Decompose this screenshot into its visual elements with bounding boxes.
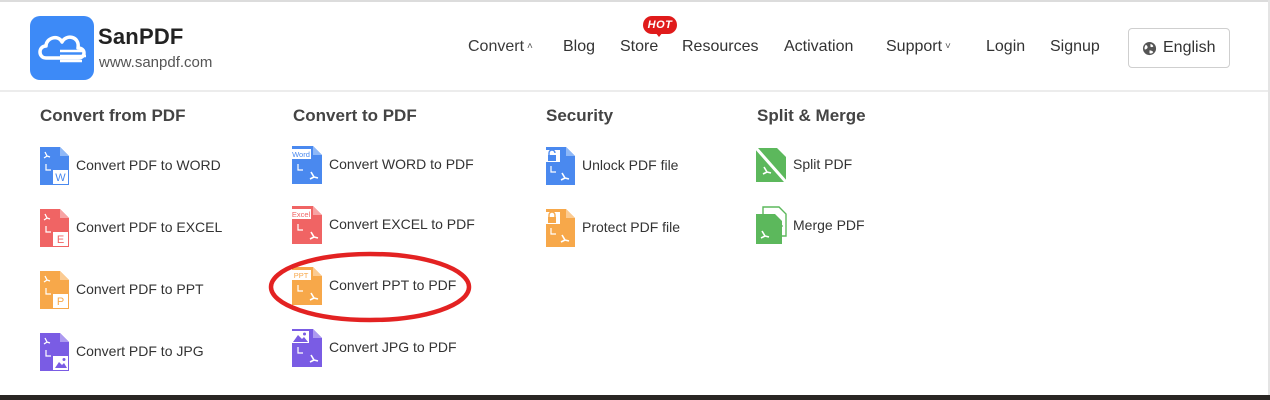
menu-item-label: Convert PDF to JPG	[76, 343, 204, 359]
chevron-down-icon: ˅	[945, 41, 951, 52]
nav-store[interactable]: Store	[620, 38, 658, 56]
nav-support[interactable]: Support ˅	[886, 38, 951, 56]
unlock-pdf-icon	[544, 147, 575, 185]
svg-text:E: E	[57, 234, 64, 246]
menu-item-label: Merge PDF	[793, 217, 865, 233]
globe-icon	[1142, 41, 1157, 56]
language-button[interactable]: English	[1128, 28, 1230, 68]
pdf-to-excel-icon: E	[40, 209, 69, 247]
protect-pdf-icon	[544, 209, 575, 247]
pdf-to-ppt-icon: P	[40, 271, 69, 309]
pdf-to-word-icon: W	[40, 147, 69, 185]
nav-convert-label: Convert	[468, 38, 525, 55]
menu-item-label: Convert WORD to PDF	[329, 156, 474, 172]
menu-item-label: Convert PDF to PPT	[76, 281, 204, 297]
nav-resources[interactable]: Resources	[682, 38, 758, 56]
highlight-ellipse	[268, 251, 472, 323]
menu-item-label: Split PDF	[793, 156, 853, 172]
pdf-to-jpg-icon	[40, 333, 69, 371]
menu-heading-security: Security	[546, 106, 614, 125]
svg-text:Word: Word	[292, 150, 310, 159]
hot-badge: HOT	[643, 16, 677, 37]
menu-heading-from-pdf: Convert from PDF	[40, 106, 186, 125]
nav-login[interactable]: Login	[986, 38, 1025, 56]
menu-item-label: Convert EXCEL to PDF	[329, 216, 475, 232]
nav-convert[interactable]: Convert ˄	[468, 38, 533, 56]
svg-text:P: P	[57, 296, 64, 308]
page-bottom-edge	[0, 395, 1270, 400]
svg-text:W: W	[55, 172, 66, 184]
jpg-to-pdf-icon	[291, 329, 322, 367]
svg-text:Excel: Excel	[292, 210, 311, 219]
nav-blog[interactable]: Blog	[563, 38, 595, 56]
menu-item-label: Protect PDF file	[582, 219, 681, 235]
menu-item-label: Convert JPG to PDF	[329, 339, 457, 355]
nav-signup[interactable]: Signup	[1050, 38, 1100, 56]
nav-support-label: Support	[886, 38, 943, 55]
site-header: SanPDF www.sanpdf.com Convert ˄ Blog HOT …	[0, 2, 1268, 92]
menu-item-label: Convert PDF to EXCEL	[76, 219, 223, 235]
menu-item-label: Convert PDF to WORD	[76, 157, 221, 173]
menu-heading-split-merge: Split & Merge	[757, 106, 866, 125]
logo-icon[interactable]	[30, 16, 94, 80]
merge-pdf-icon	[756, 206, 787, 244]
word-to-pdf-icon: Word	[291, 146, 322, 184]
chevron-up-icon: ˄	[527, 41, 533, 52]
menu-heading-to-pdf: Convert to PDF	[293, 106, 417, 125]
brand-name[interactable]: SanPDF	[98, 24, 184, 50]
nav-activation[interactable]: Activation	[784, 38, 853, 56]
menu-item-label: Unlock PDF file	[582, 157, 679, 173]
excel-to-pdf-icon: Excel	[291, 206, 322, 244]
language-label: English	[1163, 39, 1216, 56]
split-pdf-icon	[755, 147, 787, 183]
brand-url[interactable]: www.sanpdf.com	[99, 54, 212, 71]
